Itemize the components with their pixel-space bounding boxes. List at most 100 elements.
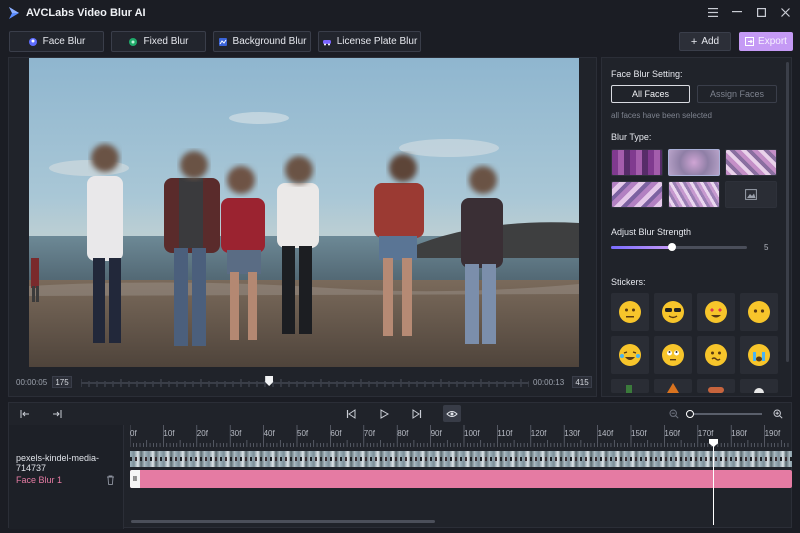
car-icon [322,39,331,45]
plus-icon: + [690,35,698,48]
film-silhouettes [130,457,792,461]
video-track-thumbnails[interactable] [130,451,792,467]
blur-type-grid [611,149,779,208]
end-frame-field[interactable]: 415 [572,376,592,388]
grimace-face-icon [705,344,727,366]
background-blur-button[interactable]: Background Blur [213,31,311,52]
license-plate-blur-button[interactable]: License Plate Blur [318,31,421,52]
sticker-grimace[interactable] [697,336,735,374]
laugh-tears-face-icon [619,344,641,366]
fixed-blur-button[interactable]: Fixed Blur [111,31,206,52]
crying-face-icon [748,344,770,366]
background-icon [218,37,227,46]
blur-type-pixel[interactable] [725,149,777,176]
minimize-icon[interactable] [730,5,744,19]
export-icon [745,37,755,46]
add-label: Add [701,36,720,47]
strength-label: Adjust Blur Strength [611,227,692,237]
video-frame[interactable] [29,58,579,367]
sticker-partial-3[interactable] [697,379,735,393]
sticker-peek-icon [708,387,724,393]
blank-face-icon [748,301,770,323]
sticker-eye-roll[interactable] [654,336,692,374]
video-track-name: pexels-kindel-media-714737 [16,453,100,473]
app-logo-icon [9,7,19,19]
timeline-scrollbar[interactable] [131,520,435,523]
export-button[interactable]: Export [739,32,793,51]
sticker-blank[interactable] [740,293,778,331]
blur-type-glass[interactable] [668,181,720,208]
strength-value: 5 [764,243,769,252]
previous-frame-icon[interactable] [344,407,358,421]
app-title: AVCLabs Video Blur AI [26,7,146,19]
zoom-knob[interactable] [685,410,694,418]
ruler-label: 60f [330,429,342,438]
sticker-laugh-tears[interactable] [611,336,649,374]
strength-slider[interactable] [611,243,747,251]
face-blur-clip[interactable]: II [130,470,792,488]
menu-icon[interactable] [706,5,720,19]
strength-fill [611,246,673,249]
trim-end-icon[interactable] [50,407,64,421]
track-headers: pexels-kindel-media-714737 Face Blur 1 [9,425,124,529]
scrub-track[interactable] [81,382,529,384]
settings-scrollbar[interactable] [786,62,789,362]
ruler-label: 10f [163,429,175,438]
ruler-label: 20f [196,429,208,438]
sticker-crying[interactable] [740,336,778,374]
ruler-label: 90f [430,429,442,438]
preview-toggle-button[interactable] [443,405,461,422]
zoom-slider[interactable] [686,413,762,415]
current-time: 00:00:05 [16,378,48,387]
blur-type-gaussian[interactable] [668,149,720,176]
blur-track-name: Face Blur 1 [16,475,63,485]
sticker-partial-4[interactable] [740,379,778,393]
video-scene [29,58,579,367]
close-icon[interactable] [778,5,792,19]
face-blur-button[interactable]: Face Blur [9,31,104,52]
playhead-line [713,443,714,525]
timeline-panel: pexels-kindel-media-714737 Face Blur 1 0… [8,402,792,529]
maximize-icon[interactable] [754,5,768,19]
license-plate-blur-label: License Plate Blur [336,36,418,47]
strength-knob[interactable] [668,243,677,251]
ruler-label: 40f [263,429,275,438]
eye-roll-face-icon [662,344,684,366]
sticker-neutral[interactable] [611,293,649,331]
trash-icon[interactable] [106,475,115,485]
timeline-ruler[interactable]: 0f 10f 20f 30f 40f 50f 60f 70f 80f 90f 100f 110f 120… [130,425,792,447]
next-frame-icon[interactable] [410,407,424,421]
sticker-peek-icon [667,383,679,393]
play-icon[interactable] [377,407,391,421]
neutral-face-icon [619,301,641,323]
sticker-partial-1[interactable] [611,379,649,393]
zoom-out-icon[interactable] [667,407,681,421]
app-window: AVCLabs Video Blur AI Face Blur Fixed Bl… [0,0,800,533]
heart-eyes-face-icon [705,301,727,323]
ruler-label: 120f [530,429,547,438]
all-faces-button[interactable]: All Faces [611,85,690,103]
zoom-in-icon[interactable] [771,407,785,421]
ruler-label: 100f [464,429,480,438]
blur-type-mosaic[interactable] [611,149,663,176]
title-bar: AVCLabs Video Blur AI [0,0,800,26]
add-button[interactable]: + Add [679,32,731,51]
sticker-sunglasses[interactable] [654,293,692,331]
settings-panel: Face Blur Setting: All Faces Assign Face… [601,57,792,397]
sunglasses-face-icon [662,301,684,323]
export-label: Export [758,36,787,47]
window-controls [706,5,792,19]
clip-handle-icon[interactable]: II [130,470,140,488]
assign-faces-button[interactable]: Assign Faces [697,85,777,103]
ruler-label: 130f [564,429,580,438]
ruler-label: 50f [297,429,309,438]
sticker-partial-2[interactable] [654,379,692,393]
ruler-label: 170f [697,429,714,438]
sticker-peek-icon [754,388,764,393]
current-frame-field[interactable]: 175 [52,376,72,388]
blur-type-crystal[interactable] [611,181,663,208]
sticker-heart-eyes[interactable] [697,293,735,331]
face-blur-label: Face Blur [42,36,86,47]
trim-start-icon[interactable] [18,407,32,421]
blur-type-image[interactable] [725,181,777,208]
